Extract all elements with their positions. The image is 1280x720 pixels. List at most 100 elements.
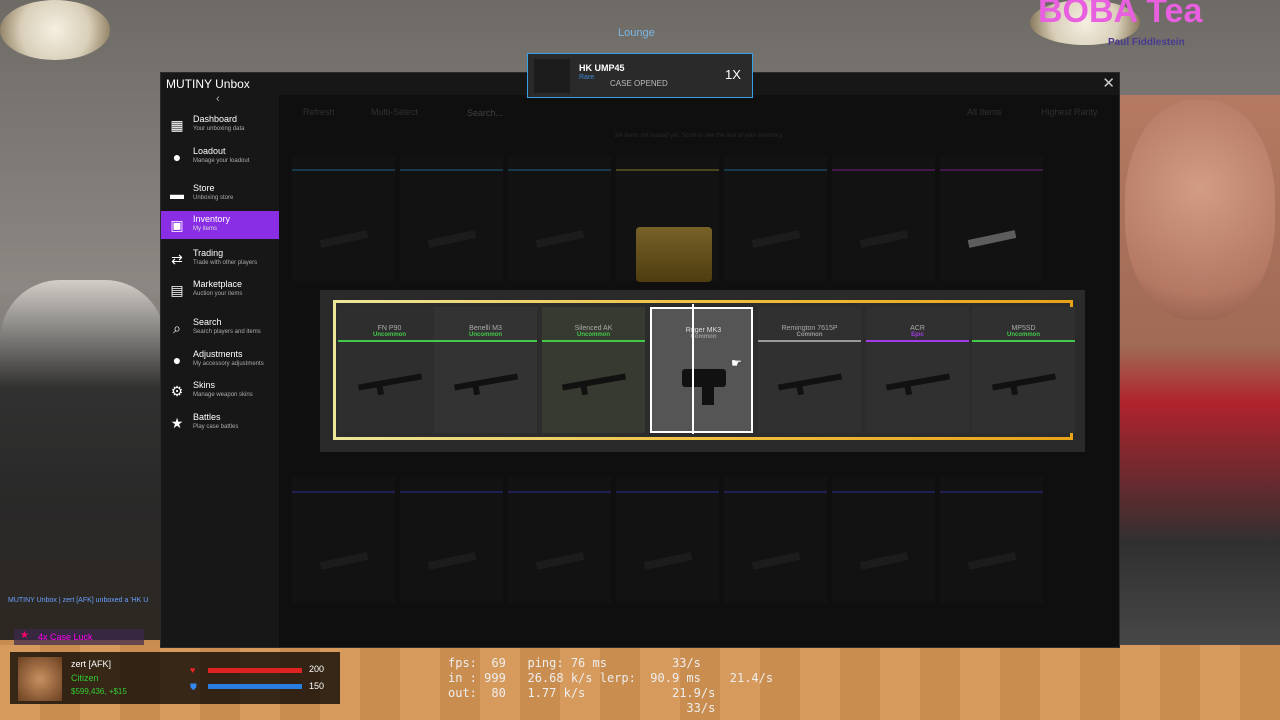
sidebar-item-sub: Play case battles [193, 424, 239, 430]
roller-item-selected: Ruger MK3 Common [650, 307, 753, 433]
rarity-bar [758, 340, 861, 342]
player-hud: zert [AFK] Citizen $599,436, +$15 ♥ 200 … [10, 652, 340, 704]
sidebar-item-adjustments[interactable]: ● Adjustments My accessory adjustments [161, 346, 279, 374]
sidebar-item-label: Search [193, 317, 222, 327]
gear-icon: ⚙ [170, 383, 184, 399]
chat-line: MUTINY Unbox | zert [AFK] unboxed a 'HK … [8, 597, 149, 604]
sidebar-item-sub: Manage your loadout [193, 158, 250, 164]
weapon-thumb [991, 373, 1057, 391]
item-name: Benelli M3 [469, 325, 502, 332]
notification-item-name: HK UMP45 [579, 63, 625, 73]
player-name: zert [AFK] [71, 659, 112, 669]
case-luck-label: 4x Case Luck [38, 632, 93, 642]
roller-item: Remington 7615P Common [758, 307, 861, 433]
sidebar-item-inventory[interactable]: ▣ Inventory My items [161, 211, 279, 239]
rarity-bar [542, 340, 645, 342]
notification-multiplier: 1X [725, 67, 741, 82]
item-rarity: Epic [911, 332, 924, 338]
sidebar-item-label: Trading [193, 248, 224, 258]
sidebar-item-label: Dashboard [193, 114, 238, 124]
user-icon: ● [172, 149, 182, 165]
health-bar [208, 668, 302, 673]
item-name: Remington 7615P [781, 325, 838, 332]
sidebar-item-sub: Trade with other players [193, 260, 258, 266]
item-rarity: Common [690, 334, 717, 340]
sidebar-item-label: Adjustments [193, 349, 243, 359]
star-icon: ★ [170, 415, 184, 431]
mouse-cursor-icon: ☛ [731, 356, 742, 370]
sidebar-item-sub: Search players and items [193, 329, 261, 335]
armor-value: 150 [309, 681, 325, 691]
player-money: $599,436, +$15 [71, 687, 127, 696]
roller-item: ACR Epic [866, 307, 969, 433]
box-icon: ▣ [170, 217, 184, 233]
boba-sign: BOBA Tea [1038, 0, 1203, 30]
roller-needle [692, 304, 694, 434]
rarity-bar [866, 340, 969, 342]
weapon-thumb [357, 373, 423, 391]
case-luck-badge: ★ 4x Case Luck [14, 629, 144, 645]
player-model-left [0, 280, 165, 640]
weapon-thumb [885, 373, 951, 391]
roller-item: Benelli M3 Uncommon [434, 307, 537, 433]
item-rarity: Uncommon [1007, 332, 1040, 338]
sidebar-item-sub: My accessory adjustments [193, 361, 264, 367]
star-icon: ★ [20, 630, 29, 641]
player-face [1125, 100, 1275, 320]
user-icon: ● [172, 352, 182, 368]
item-rarity: Uncommon [469, 332, 502, 338]
sidebar-item-label: Battles [193, 412, 221, 422]
item-name: FN P90 [377, 325, 402, 332]
item-rarity: Uncommon [577, 332, 610, 338]
sidebar: ▦ Dashboard Your unboxing data ● Loadout… [161, 107, 279, 647]
roller-item: MP5SD Uncommon [972, 307, 1075, 433]
sidebar-item-sub: My items [193, 226, 217, 232]
item-name: ACR [910, 325, 925, 332]
armor-bar [208, 684, 302, 689]
trade-icon: ⇄ [171, 251, 183, 267]
search-icon: ⌕ [173, 320, 181, 336]
notification-status: CASE OPENED [610, 79, 668, 88]
sidebar-item-sub: Manage weapon skins [193, 392, 253, 398]
item-rarity: Uncommon [373, 332, 406, 338]
sidebar-item-battles[interactable]: ★ Battles Play case battles [161, 409, 279, 437]
roller-item: FN P90 Uncommon [338, 307, 441, 433]
sidebar-item-skins[interactable]: ⚙ Skins Manage weapon skins [161, 377, 279, 405]
weapon-thumb [561, 373, 627, 391]
sidebar-item-loadout[interactable]: ● Loadout Manage your loadout [161, 143, 279, 171]
sidebar-item-marketplace[interactable]: ▤ Marketplace Auction your items [161, 276, 279, 304]
ceiling-light [0, 0, 110, 60]
back-chevron-icon[interactable]: ‹ [216, 93, 220, 105]
case-opened-notification: HK UMP45 Rare CASE OPENED 1X [527, 53, 753, 98]
case-roller: FN P90 Uncommon Benelli M3 Uncommon Sile… [333, 300, 1075, 440]
rarity-bar [338, 340, 441, 342]
rarity-bar [434, 340, 537, 342]
sidebar-item-trading[interactable]: ⇄ Trading Trade with other players [161, 245, 279, 273]
lounge-sign: Lounge [618, 27, 655, 39]
rarity-bar [972, 340, 1075, 342]
weapon-thumb [453, 373, 519, 391]
sidebar-item-store[interactable]: ▬ Store Unboxing store [161, 180, 279, 208]
store-icon: ▬ [170, 186, 184, 202]
window-title: MUTINY Unbox [166, 77, 250, 91]
heart-icon: ♥ [190, 665, 196, 675]
sidebar-item-label: Skins [193, 380, 216, 390]
grid-icon: ▦ [170, 117, 184, 133]
sidebar-item-sub: Unboxing store [193, 195, 234, 201]
close-icon[interactable]: ✕ [1102, 74, 1115, 92]
sidebar-item-sub: Your unboxing data [193, 126, 245, 132]
notification-rarity: Rare [579, 74, 595, 81]
sidebar-item-label: Inventory [193, 214, 231, 224]
sidebar-item-dashboard[interactable]: ▦ Dashboard Your unboxing data [161, 111, 279, 139]
health-value: 200 [309, 664, 325, 674]
sidebar-item-search[interactable]: ⌕ Search Search players and items [161, 314, 279, 342]
avatar [18, 657, 62, 701]
sidebar-item-label: Store [193, 183, 215, 193]
shield-icon: ⛊ [190, 682, 197, 692]
net-graph: fps: 69 ping: 76 ms 33/s in : 999 26.68 … [448, 656, 774, 715]
sidebar-item-label: Loadout [193, 146, 226, 156]
item-rarity: Common [796, 332, 823, 338]
market-icon: ▤ [170, 282, 184, 298]
item-name: MP5SD [1011, 325, 1036, 332]
player-nametag: Paul Fiddlestein [1108, 37, 1185, 48]
